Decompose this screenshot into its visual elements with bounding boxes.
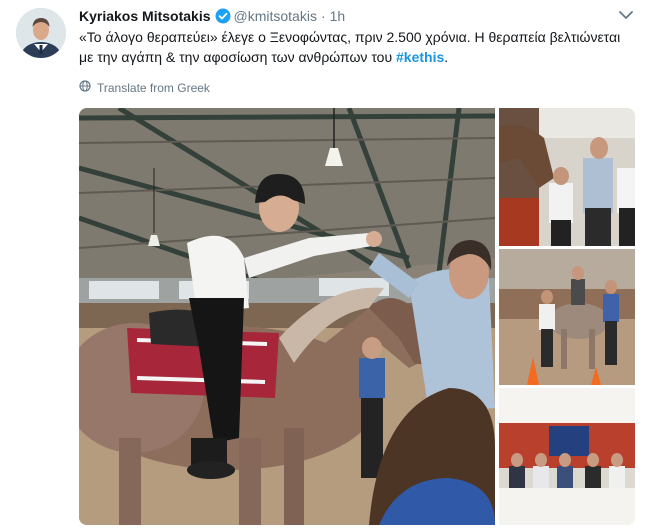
verified-badge-icon [215, 8, 231, 28]
author-name[interactable]: Kyriakos Mitsotakis [79, 8, 211, 24]
translate-label: Translate from Greek [97, 81, 210, 95]
tweet-text: «Το άλογο θεραπεύει» έλεγε ο Ξενοφώντας,… [79, 27, 624, 67]
media-grid [79, 108, 635, 525]
tweet-header: Kyriakos Mitsotakis @kmitsotakis · 1h [79, 7, 345, 25]
avatar[interactable] [16, 8, 66, 58]
photo-main-horse-rider[interactable] [79, 108, 495, 525]
photo-meeting-room[interactable] [499, 388, 635, 525]
tweet-text-body: «Το άλογο θεραπεύει» έλεγε ο Ξενοφώντας,… [79, 29, 621, 65]
tweet: Kyriakos Mitsotakis @kmitsotakis · 1h «Το ά… [0, 0, 652, 532]
photo-horse-stable[interactable] [499, 108, 635, 246]
separator-dot: · [320, 8, 326, 24]
tweet-timestamp[interactable]: 1h [330, 8, 346, 24]
translate-link[interactable]: Translate from Greek [79, 80, 210, 96]
photo-arena-riding[interactable] [499, 249, 635, 385]
tweet-text-end: . [444, 49, 449, 65]
author-handle[interactable]: @kmitsotakis [234, 8, 317, 24]
hashtag-link[interactable]: #kethis [396, 49, 444, 65]
globe-icon [79, 80, 91, 96]
chevron-down-icon[interactable] [617, 6, 635, 24]
